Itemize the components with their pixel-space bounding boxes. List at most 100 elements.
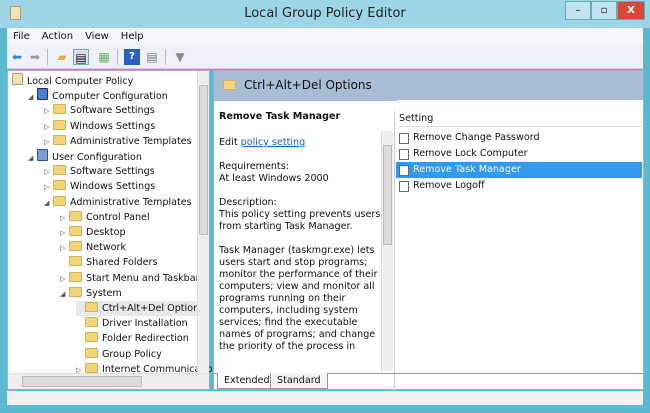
setting-label: Remove Change Password	[413, 132, 540, 143]
setting-row[interactable]: Remove Lock Computer	[396, 146, 642, 162]
tree-vertical-scrollbar[interactable]	[197, 71, 209, 373]
folder-icon	[53, 180, 66, 191]
toolbar-separator	[165, 49, 166, 65]
tree-item[interactable]: ◢ Computer Configuration	[28, 88, 168, 103]
tree-item-label: Driver Installation	[102, 318, 188, 330]
menu-action[interactable]: Action	[36, 28, 79, 45]
setting-row[interactable]: Remove Logoff	[396, 178, 642, 194]
policy-setting-icon	[399, 181, 409, 192]
tab-extended[interactable]: Extended	[217, 373, 277, 389]
expanded-arrow-icon[interactable]: ◢	[28, 151, 37, 166]
setting-row[interactable]: Remove Change Password	[396, 130, 642, 146]
description-scrollbar[interactable]	[381, 131, 393, 371]
folder-icon	[69, 256, 82, 267]
folder-icon	[85, 302, 98, 312]
tree-item-label: Network	[86, 242, 127, 254]
toolbar-separator	[47, 49, 48, 65]
folder-icon	[53, 134, 66, 145]
folder-icon	[85, 317, 98, 328]
forward-icon[interactable]: ➡	[27, 49, 43, 65]
tree-item[interactable]: Group Policy	[76, 347, 162, 362]
tree-item[interactable]: ▷ Start Menu and Taskbar	[60, 271, 200, 286]
window-title: Local Group Policy Editor	[244, 6, 406, 21]
folder-icon	[223, 80, 236, 90]
menu-view[interactable]: View	[79, 28, 115, 45]
folder-icon	[53, 119, 66, 130]
tree-item-label: Start Menu and Taskbar	[86, 272, 200, 284]
collapsed-arrow-icon[interactable]: ▷	[60, 272, 69, 287]
title-bar: Local Group Policy Editor – ▫ X	[0, 0, 650, 28]
collapsed-arrow-icon[interactable]: ▷	[44, 104, 53, 119]
tree-item[interactable]: ▷ Windows Settings	[44, 119, 155, 134]
menu-help[interactable]: Help	[115, 28, 150, 45]
tree-item[interactable]: ◢ Administrative Templates	[44, 195, 192, 210]
collapsed-arrow-icon[interactable]: ▷	[44, 120, 53, 135]
help-icon[interactable]: ?	[124, 49, 140, 65]
tree-item[interactable]: ▷ Network	[60, 240, 126, 255]
edit-policy-link[interactable]: policy setting	[241, 137, 306, 148]
tree-item[interactable]: Ctrl+Alt+Del Options	[76, 301, 205, 316]
description-label: Description:	[219, 197, 277, 208]
tree-item-label: Windows Settings	[70, 120, 156, 132]
tree-item[interactable]: Folder Redirection	[76, 331, 189, 346]
policy-icon	[12, 73, 23, 85]
menu-bar: File Action View Help	[7, 28, 643, 45]
show-hide-tree-icon[interactable]: ▤	[73, 49, 89, 65]
menu-file[interactable]: File	[7, 28, 36, 45]
collapsed-arrow-icon[interactable]: ▷	[60, 241, 69, 256]
tree-item[interactable]: ◢ System	[60, 286, 122, 301]
tree-item-label: Ctrl+Alt+Del Options	[102, 303, 205, 314]
up-folder-icon[interactable]: ▰	[54, 49, 70, 65]
tree-item[interactable]: ◢ User Configuration	[28, 149, 142, 164]
folder-icon	[85, 332, 98, 343]
tab-standard[interactable]: Standard	[270, 373, 328, 389]
setting-column-header[interactable]: Setting	[399, 113, 642, 127]
maximize-button[interactable]: ▫	[591, 1, 617, 20]
collapsed-arrow-icon[interactable]: ▷	[60, 211, 69, 226]
tree-horizontal-scrollbar[interactable]	[8, 373, 209, 389]
scroll-thumb[interactable]	[22, 376, 142, 387]
requirements-label: Requirements:	[219, 161, 289, 172]
setting-label: Remove Logoff	[413, 180, 485, 191]
status-bar	[7, 391, 643, 405]
close-button[interactable]: X	[617, 1, 645, 20]
expanded-arrow-icon[interactable]: ◢	[28, 90, 37, 105]
collapsed-arrow-icon[interactable]: ▷	[44, 180, 53, 195]
folder-icon	[69, 226, 82, 236]
tree-item-label: Administrative Templates	[70, 196, 192, 208]
show-action-pane-icon[interactable]: ▤	[144, 49, 160, 65]
details-pane: Ctrl+Alt+Del Options Remove Task Manager…	[213, 70, 644, 391]
policy-title: Remove Task Manager	[219, 111, 341, 122]
minimize-button[interactable]: –	[565, 1, 591, 20]
tree-item-label: Local Computer Policy	[27, 76, 134, 87]
folder-icon	[85, 347, 98, 358]
collapsed-arrow-icon[interactable]: ▷	[44, 135, 53, 150]
scroll-thumb[interactable]	[383, 145, 392, 245]
expanded-arrow-icon[interactable]: ◢	[44, 196, 53, 211]
setting-label: Remove Task Manager	[413, 164, 521, 175]
collapsed-arrow-icon[interactable]: ▷	[44, 165, 53, 180]
collapsed-arrow-icon[interactable]: ▷	[60, 226, 69, 241]
tree-item[interactable]: ▷ Windows Settings	[44, 179, 155, 194]
expanded-arrow-icon[interactable]: ◢	[60, 287, 69, 302]
back-icon[interactable]: ⬅	[9, 49, 25, 65]
tree-item[interactable]: ▷ Software Settings	[44, 103, 155, 118]
folder-icon	[85, 362, 98, 373]
tree-item[interactable]: ▷ Administrative Templates	[44, 134, 192, 149]
tree-item[interactable]: ▷ Control Panel	[60, 210, 150, 225]
setting-row[interactable]: Remove Task Manager	[396, 162, 642, 178]
toolbar-separator	[117, 49, 118, 65]
edit-prefix: Edit	[219, 137, 241, 148]
folder-icon	[69, 286, 82, 297]
filter-icon[interactable]: ▼	[172, 49, 188, 65]
scroll-thumb[interactable]	[199, 85, 208, 235]
export-list-icon[interactable]: ▦	[96, 49, 112, 65]
details-header-title: Ctrl+Alt+Del Options	[244, 78, 372, 92]
tree-item[interactable]: Local Computer Policy	[12, 73, 133, 88]
tree-item[interactable]: Driver Installation	[76, 316, 188, 331]
tree-item-label: Group Policy	[102, 348, 162, 360]
folder-icon	[69, 241, 82, 252]
tree-item[interactable]: Shared Folders	[60, 255, 157, 270]
tree-item[interactable]: ▷ Software Settings	[44, 164, 155, 179]
tree-item[interactable]: ▷ Desktop	[60, 225, 126, 240]
